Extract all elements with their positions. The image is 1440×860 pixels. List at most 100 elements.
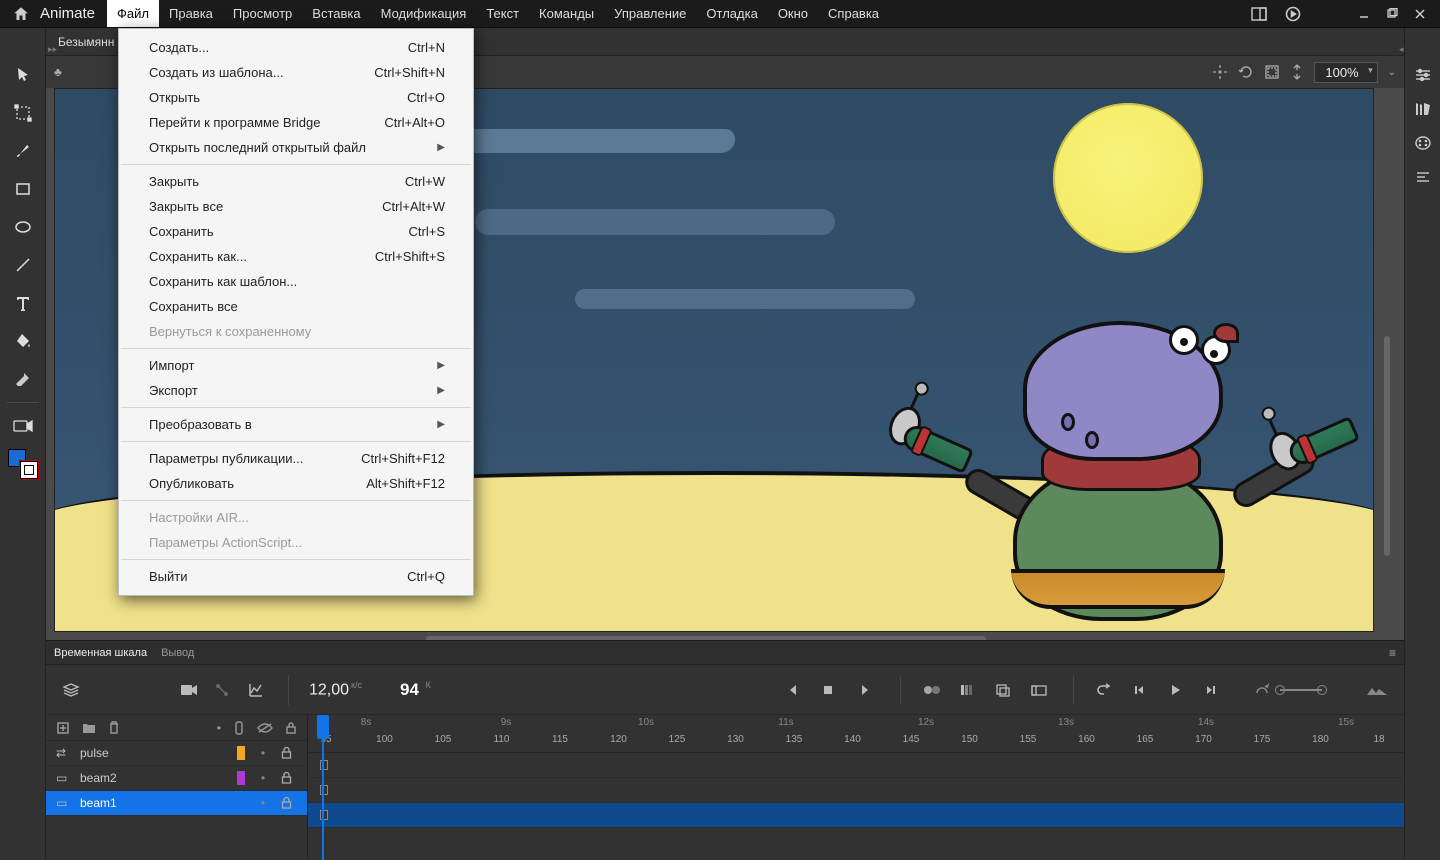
menuitem[interactable]: ЗакрытьCtrl+W — [119, 169, 473, 194]
tab-timeline[interactable]: Временная шкала — [54, 647, 147, 659]
menu-команды[interactable]: Команды — [529, 0, 604, 27]
layer-visibility-dot[interactable]: • — [255, 746, 271, 760]
zoom-timeline-control[interactable] — [1254, 683, 1322, 697]
properties-panel-icon[interactable] — [1405, 62, 1440, 88]
lock-header-icon[interactable] — [285, 721, 297, 735]
scene-icon[interactable]: ♣ — [54, 65, 62, 79]
new-folder-icon[interactable] — [82, 722, 96, 734]
selection-tool-icon[interactable] — [0, 56, 46, 94]
lock-icon[interactable] — [281, 772, 297, 784]
layer-row[interactable]: ▭ beam2 • — [46, 766, 307, 791]
menuitem[interactable]: Открыть последний открытый файл▶ — [119, 135, 473, 160]
text-tool-icon[interactable] — [0, 284, 46, 322]
timeline-row[interactable] — [308, 778, 1404, 803]
menuitem[interactable]: Сохранить как...Ctrl+Shift+S — [119, 244, 473, 269]
rewind-icon[interactable] — [1096, 683, 1116, 697]
lock-icon[interactable] — [281, 747, 297, 759]
minimize-icon[interactable] — [1350, 3, 1378, 25]
close-icon[interactable] — [1406, 3, 1434, 25]
menuitem[interactable]: ОткрытьCtrl+O — [119, 85, 473, 110]
menuitem[interactable]: Сохранить все — [119, 294, 473, 319]
menu-управление[interactable]: Управление — [604, 0, 696, 27]
clip-stage-icon[interactable] — [1264, 64, 1280, 80]
menu-просмотр[interactable]: Просмотр — [223, 0, 302, 27]
home-icon[interactable] — [12, 5, 30, 23]
frame-picker-icon[interactable] — [1031, 683, 1051, 697]
timeline-zoom-fit-icon[interactable] — [1366, 683, 1388, 697]
stage-scrollbar-vertical[interactable] — [1384, 336, 1390, 556]
tab-output[interactable]: Вывод — [161, 647, 194, 659]
free-transform-tool-icon[interactable] — [0, 94, 46, 132]
timeline-frames[interactable]: 8s9s10s11s12s13s14s15s 95100105110115120… — [308, 715, 1404, 860]
menu-модификация[interactable]: Модификация — [371, 0, 477, 27]
menuitem[interactable]: Экспорт▶ — [119, 378, 473, 403]
menuitem[interactable]: Создать из шаблона...Ctrl+Shift+N — [119, 60, 473, 85]
menuitem[interactable]: Импорт▶ — [119, 353, 473, 378]
visibility-header-icon[interactable] — [257, 722, 273, 734]
stroke-color-swatch[interactable] — [20, 461, 38, 479]
graph-icon[interactable] — [248, 682, 268, 698]
edit-multiple-frames-icon[interactable] — [995, 683, 1015, 697]
color-panel-icon[interactable] — [1405, 130, 1440, 156]
brush-tool-icon[interactable] — [0, 132, 46, 170]
next-keyframe-icon[interactable] — [858, 683, 878, 697]
layer-row[interactable]: ⇄ pulse • — [46, 741, 307, 766]
eraser-tool-icon[interactable] — [0, 360, 46, 398]
menuitem[interactable]: Закрыть всеCtrl+Alt+W — [119, 194, 473, 219]
layers-icon[interactable] — [62, 682, 82, 698]
paint-bucket-tool-icon[interactable] — [0, 322, 46, 360]
highlight-layer-icon[interactable]: • — [217, 721, 221, 735]
menu-окно[interactable]: Окно — [768, 0, 818, 27]
step-forward-icon[interactable] — [1204, 683, 1224, 697]
fps-display[interactable]: 12,00к/с — [309, 680, 362, 699]
zoom-dropdown-icon[interactable]: ⌄ — [1388, 67, 1396, 78]
timeline-row[interactable] — [308, 753, 1404, 778]
timeline-row[interactable] — [308, 803, 1404, 828]
menuitem[interactable]: СохранитьCtrl+S — [119, 219, 473, 244]
play-icon[interactable] — [1168, 683, 1188, 697]
workspace-switcher-icon[interactable] — [1242, 3, 1276, 25]
ellipse-tool-icon[interactable] — [0, 208, 46, 246]
line-tool-icon[interactable] — [0, 246, 46, 284]
menu-вставка[interactable]: Вставка — [302, 0, 370, 27]
fit-stage-icon[interactable] — [1290, 63, 1304, 81]
menu-правка[interactable]: Правка — [159, 0, 223, 27]
new-layer-icon[interactable] — [56, 721, 70, 735]
collapse-left-icon[interactable]: ▸▸ — [48, 44, 57, 55]
menuitem[interactable]: ОпубликоватьAlt+Shift+F12 — [119, 471, 473, 496]
playhead[interactable] — [322, 715, 324, 860]
test-movie-icon[interactable] — [1276, 3, 1310, 25]
layer-row[interactable]: ▭ beam1 • — [46, 791, 307, 816]
menuitem[interactable]: Создать...Ctrl+N — [119, 35, 473, 60]
align-panel-icon[interactable] — [1405, 164, 1440, 190]
step-back-icon[interactable] — [1132, 683, 1152, 697]
lock-icon[interactable] — [281, 797, 297, 809]
outline-layer-icon[interactable] — [233, 721, 245, 735]
current-frame-display[interactable]: 94 К — [400, 680, 431, 700]
menu-файл[interactable]: Файл — [107, 0, 159, 27]
menuitem[interactable]: Сохранить как шаблон... — [119, 269, 473, 294]
prev-keyframe-icon[interactable] — [786, 683, 806, 697]
maximize-icon[interactable] — [1378, 3, 1406, 25]
panel-menu-icon[interactable]: ≡ — [1389, 646, 1396, 660]
onion-skin-icon[interactable] — [959, 683, 979, 697]
color-swatches[interactable] — [8, 449, 38, 479]
menuitem[interactable]: Перейти к программе BridgeCtrl+Alt+O — [119, 110, 473, 135]
center-stage-icon[interactable] — [1212, 64, 1228, 80]
menu-текст[interactable]: Текст — [476, 0, 529, 27]
menu-справка[interactable]: Справка — [818, 0, 889, 27]
menuitem[interactable]: Параметры публикации...Ctrl+Shift+F12 — [119, 446, 473, 471]
menu-отладка[interactable]: Отладка — [696, 0, 767, 27]
layer-visibility-dot[interactable]: • — [255, 771, 271, 785]
camera-tool-icon[interactable] — [0, 407, 46, 445]
layer-visibility-dot[interactable]: • — [255, 796, 271, 810]
menuitem[interactable]: ВыйтиCtrl+Q — [119, 564, 473, 589]
rotate-stage-icon[interactable] — [1238, 64, 1254, 80]
stop-icon[interactable] — [822, 684, 842, 696]
rectangle-tool-icon[interactable] — [0, 170, 46, 208]
camera-layer-icon[interactable] — [180, 683, 200, 697]
menuitem[interactable]: Преобразовать в▶ — [119, 412, 473, 437]
delete-layer-icon[interactable] — [108, 721, 120, 735]
zoom-input[interactable]: 100% — [1314, 62, 1377, 83]
loop-toggle-icon[interactable] — [923, 683, 943, 697]
